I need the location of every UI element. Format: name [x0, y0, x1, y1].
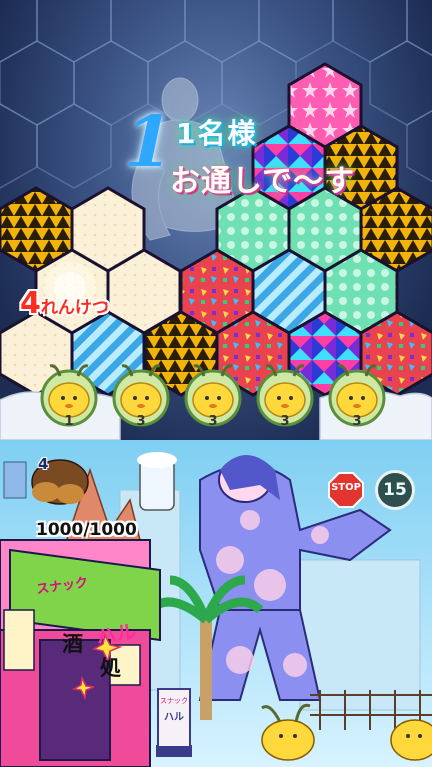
signboard-name: ハル [164, 712, 184, 723]
chain-label: れんけつ [40, 298, 109, 318]
turns-left: 15 [383, 480, 407, 500]
signboard-top: スナック [160, 697, 188, 705]
enemy-stack-count: 4 [38, 455, 49, 473]
chain-count: 4 [20, 286, 41, 321]
unit-row: 1 3 3 3 3 [0, 360, 432, 440]
turn-counter: 15 [375, 470, 415, 510]
unit-count: 3 [136, 414, 146, 429]
hp-readout: 1000/1000 [36, 520, 137, 540]
unit-count: 1 [64, 414, 74, 429]
unit-count: 3 [352, 414, 362, 429]
unit-slot-3[interactable]: 3 [182, 360, 244, 438]
battle-scene [0, 440, 432, 767]
banner-line-1: 1名様 [176, 117, 258, 150]
scene-art [0, 440, 432, 767]
unit-count: 3 [280, 414, 290, 429]
banner-line-2: お通しで〜す [170, 164, 356, 199]
unit-slot-5[interactable]: 3 [326, 360, 388, 438]
stop-button[interactable]: STOP [328, 472, 364, 508]
chain-counter: 4れんけつ [20, 286, 109, 321]
unit-slot-1[interactable]: 1 [38, 360, 100, 438]
shop-kanji-dokoro: 処 [100, 656, 121, 680]
unit-slot-4[interactable]: 3 [254, 360, 316, 438]
standing-signboard: スナック ハル [157, 688, 191, 748]
unit-slot-2[interactable]: 3 [110, 360, 172, 438]
guest-arrival-banner: 1 1名様 お通しで〜す [115, 100, 394, 210]
shop-kanji-sake: 酒 [62, 632, 83, 656]
shop-sign-name: ハル [94, 619, 138, 649]
stop-label: STOP [331, 482, 361, 493]
unit-count: 3 [208, 414, 218, 429]
